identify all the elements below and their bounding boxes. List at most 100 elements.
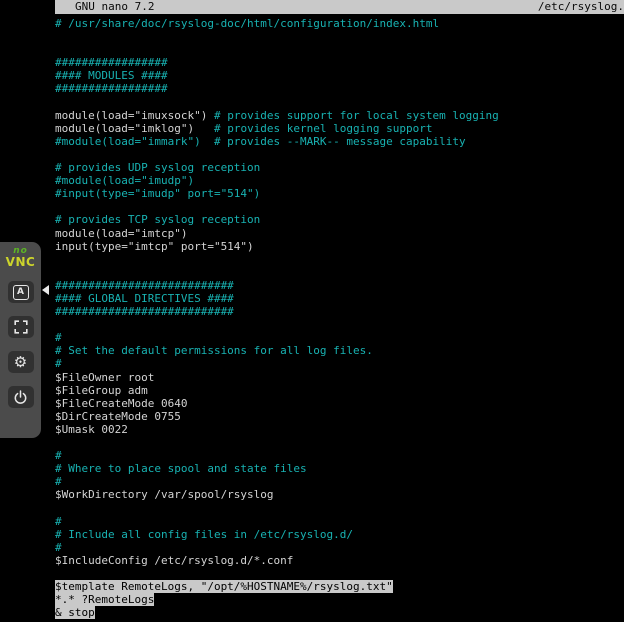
terminal-text-segment: #module(load="immark") # provides --MARK…	[55, 135, 466, 148]
terminal-line	[55, 96, 624, 109]
chevron-left-icon	[42, 285, 49, 295]
terminal-text-segment: $DirCreateMode 0755	[55, 410, 181, 423]
keyboard-icon-letter: A	[17, 288, 24, 297]
terminal-text-segment: #input(type="imudp" port="514")	[55, 187, 260, 200]
terminal-text-segment: # Where to place spool and state files	[55, 462, 307, 475]
nano-version-label: GNU nano 7.2	[75, 0, 154, 14]
terminal-line	[55, 200, 624, 213]
terminal-line: #module(load="immark") # provides --MARK…	[55, 135, 624, 148]
novnc-logo: no VNC	[6, 247, 36, 268]
terminal-line: #	[55, 515, 624, 528]
terminal-text-segment: ###########################	[55, 305, 234, 318]
terminal-line: #	[55, 449, 624, 462]
terminal-text-segment: # Include all config files in /etc/rsysl…	[55, 528, 353, 541]
power-icon	[13, 390, 28, 405]
nano-titlebar: GNU nano 7.2 /etc/rsyslog.	[55, 0, 624, 14]
terminal-line	[55, 148, 624, 161]
toolbar-collapse-handle[interactable]	[42, 283, 52, 297]
terminal-text-segment: *.* ?RemoteLogs	[55, 593, 154, 606]
terminal-line	[55, 436, 624, 449]
fullscreen-button[interactable]	[8, 316, 34, 338]
novnc-logo-vnc: VNC	[6, 256, 36, 268]
terminal-line: module(load="imuxsock") # provides suppo…	[55, 109, 624, 122]
terminal-text-segment: # provides kernel logging support	[214, 122, 433, 135]
terminal-text-segment: $FileCreateMode 0640	[55, 397, 187, 410]
terminal-line	[55, 266, 624, 279]
terminal-text-segment: #### GLOBAL DIRECTIVES ####	[55, 292, 234, 305]
terminal-line: $FileGroup adm	[55, 384, 624, 397]
terminal-text-segment: $FileOwner root	[55, 371, 154, 384]
terminal-line	[55, 501, 624, 514]
terminal-line: #### GLOBAL DIRECTIVES ####	[55, 292, 624, 305]
terminal-line: input(type="imtcp" port="514")	[55, 240, 624, 253]
terminal-text-segment: # provides TCP syslog reception	[55, 213, 260, 226]
terminal-line: $Umask 0022	[55, 423, 624, 436]
terminal-text-segment: # /usr/share/doc/rsyslog-doc/html/config…	[55, 17, 439, 30]
terminal-text-segment: $FileGroup adm	[55, 384, 148, 397]
keyboard-button[interactable]: A	[8, 281, 34, 303]
terminal-line: #### MODULES ####	[55, 69, 624, 82]
terminal-line	[55, 30, 624, 43]
terminal-line	[55, 567, 624, 580]
terminal-line: #input(type="imudp" port="514")	[55, 187, 624, 200]
terminal-line: #################	[55, 56, 624, 69]
terminal-text-segment: #	[55, 475, 62, 488]
terminal-line	[55, 43, 624, 56]
terminal-text-segment: #	[55, 357, 62, 370]
terminal-text-segment: #### MODULES ####	[55, 69, 168, 82]
keyboard-icon: A	[13, 285, 29, 300]
terminal-line: #	[55, 357, 624, 370]
terminal-line: ###########################	[55, 279, 624, 292]
terminal-line	[55, 318, 624, 331]
terminal-text-segment: # provides support for local system logg…	[214, 109, 499, 122]
terminal-text-segment: #module(load="imudp")	[55, 174, 194, 187]
screen: GNU nano 7.2 /etc/rsyslog. # /usr/share/…	[0, 0, 624, 622]
terminal-text-segment: # provides UDP syslog reception	[55, 161, 260, 174]
terminal-text-segment: $IncludeConfig /etc/rsyslog.d/*.conf	[55, 554, 293, 567]
terminal-text-segment: $template RemoteLogs, "/opt/%HOSTNAME%/r…	[55, 580, 393, 593]
terminal-line: # provides TCP syslog reception	[55, 213, 624, 226]
terminal-line: module(load="imtcp")	[55, 227, 624, 240]
terminal-text-segment: #	[55, 331, 62, 344]
terminal-line: module(load="imklog") # provides kernel …	[55, 122, 624, 135]
terminal-text-segment: #	[55, 515, 62, 528]
settings-button[interactable]: ⚙	[8, 351, 34, 373]
terminal-line: # Include all config files in /etc/rsysl…	[55, 528, 624, 541]
terminal-text-segment: # Set the default permissions for all lo…	[55, 344, 373, 357]
terminal-line: # /usr/share/doc/rsyslog-doc/html/config…	[55, 17, 624, 30]
nano-filename-label: /etc/rsyslog.	[538, 0, 624, 14]
terminal-line: # provides UDP syslog reception	[55, 161, 624, 174]
terminal-line: #module(load="imudp")	[55, 174, 624, 187]
terminal-text-segment: module(load="imtcp")	[55, 227, 187, 240]
terminal-line: #	[55, 331, 624, 344]
terminal-line: #	[55, 475, 624, 488]
terminal-text-segment: input(type="imtcp" port="514")	[55, 240, 254, 253]
terminal-text-segment: ###########################	[55, 279, 234, 292]
terminal-line: $DirCreateMode 0755	[55, 410, 624, 423]
terminal-line: # Set the default permissions for all lo…	[55, 344, 624, 357]
terminal-text-segment: #	[55, 449, 62, 462]
terminal-line: # Where to place spool and state files	[55, 462, 624, 475]
terminal-line	[55, 253, 624, 266]
nano-editor: GNU nano 7.2 /etc/rsyslog. # /usr/share/…	[55, 0, 624, 622]
terminal-line: *.* ?RemoteLogs	[55, 593, 624, 606]
terminal-line: & stop	[55, 606, 624, 619]
terminal-text-segment: $WorkDirectory /var/spool/rsyslog	[55, 488, 274, 501]
terminal-line: #################	[55, 82, 624, 95]
terminal-text-segment: #################	[55, 56, 168, 69]
terminal-text-segment: #################	[55, 82, 168, 95]
terminal-line: $WorkDirectory /var/spool/rsyslog	[55, 488, 624, 501]
terminal-text-segment: & stop	[55, 606, 95, 619]
terminal-text-segment: module(load="imuxsock")	[55, 109, 214, 122]
power-button[interactable]	[8, 386, 34, 408]
terminal-line: ###########################	[55, 305, 624, 318]
terminal-content[interactable]: # /usr/share/doc/rsyslog-doc/html/config…	[55, 14, 624, 619]
gear-icon: ⚙	[14, 355, 27, 370]
fullscreen-icon	[14, 320, 28, 334]
terminal-line: $template RemoteLogs, "/opt/%HOSTNAME%/r…	[55, 580, 624, 593]
terminal-text-segment: module(load="imklog")	[55, 122, 214, 135]
terminal-line: $FileOwner root	[55, 371, 624, 384]
terminal-text-segment: #	[55, 541, 62, 554]
terminal-line: #	[55, 541, 624, 554]
novnc-control-bar: no VNC A ⚙	[0, 242, 41, 438]
